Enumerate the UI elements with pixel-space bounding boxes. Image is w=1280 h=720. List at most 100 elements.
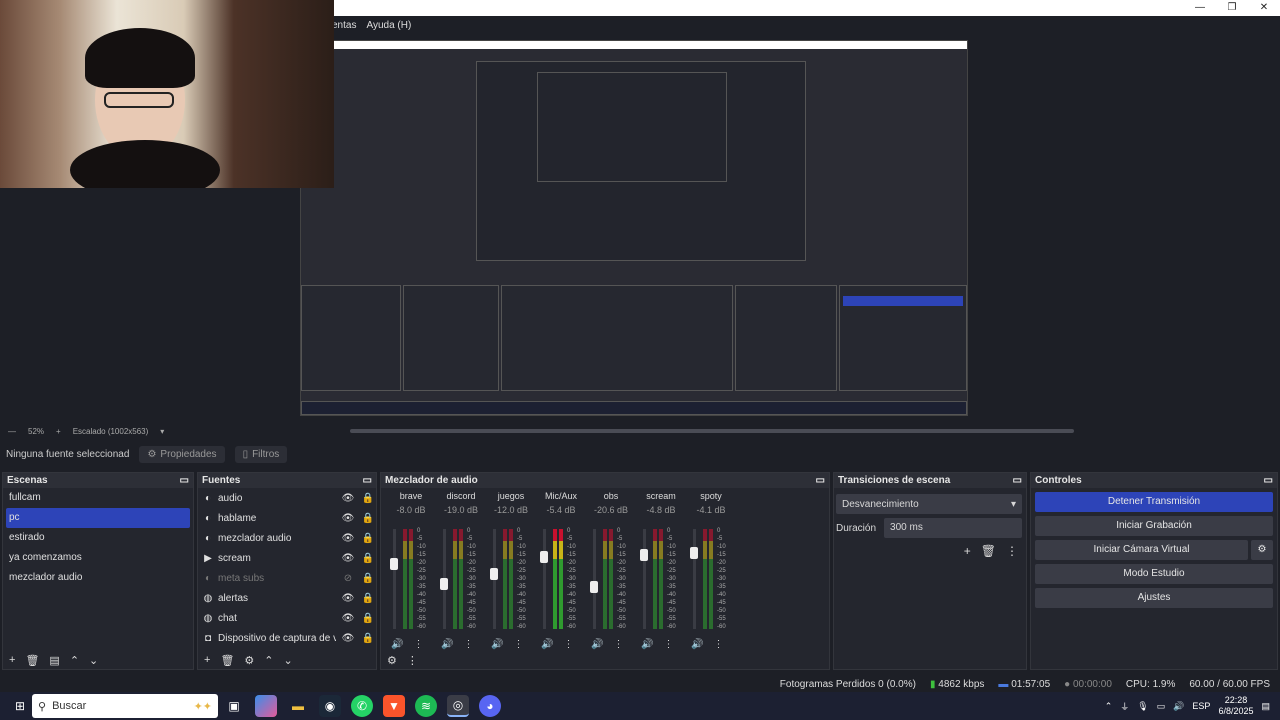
advanced-audio-button[interactable]: ⚙ [387, 654, 397, 667]
scene-item-ya-comenzamos[interactable]: ya comenzamos [3, 548, 193, 568]
file-explorer-icon[interactable]: ▬ [287, 695, 309, 717]
zoom-in-button[interactable]: + [56, 427, 61, 436]
whatsapp-icon[interactable]: ✆ [351, 695, 373, 717]
source-item[interactable]: ▶ scream 👁 🔒 [198, 548, 376, 568]
chevron-up-icon[interactable]: ⌃ [1105, 701, 1113, 712]
discord-icon[interactable]: ◕ [479, 695, 501, 717]
chevron-down-icon[interactable]: ▾ [160, 427, 164, 436]
volume-icon[interactable]: 🔊 [1173, 701, 1184, 712]
obs-icon[interactable]: ◎ [447, 695, 469, 717]
mute-icon[interactable]: 🔊 [391, 639, 403, 650]
mute-icon[interactable]: 🔊 [441, 639, 453, 650]
transition-select[interactable]: Desvanecimiento ▾ [836, 494, 1022, 514]
mute-icon[interactable]: 🔊 [591, 639, 603, 650]
task-view-icon[interactable]: ▣ [223, 695, 245, 717]
mute-icon[interactable]: 🔊 [691, 639, 703, 650]
mic-icon[interactable]: 🎙 [1137, 701, 1148, 712]
volume-fader[interactable] [640, 529, 648, 629]
lock-icon[interactable]: 🔒 [360, 573, 376, 584]
dock-float-icon[interactable]: ▭ [1013, 473, 1022, 488]
fader-knob[interactable] [490, 568, 498, 580]
more-options-icon[interactable]: ⋮ [563, 639, 573, 650]
source-item[interactable]: ◐ meta subs ⊘ 🔒 [198, 568, 376, 588]
taskbar-search[interactable]: ⚲ Buscar ✦✦ [32, 694, 218, 718]
remove-source-button[interactable]: 🗑 [220, 654, 234, 667]
eye-icon[interactable]: 👁 [340, 533, 356, 544]
eye-hidden-icon[interactable]: ⊘ [340, 573, 356, 584]
stop-streaming-button[interactable]: Detener Transmisión [1035, 492, 1273, 512]
spotify-icon[interactable]: ≋ [415, 695, 437, 717]
gear-icon[interactable]: ⚙ [1251, 540, 1273, 560]
clock[interactable]: 22:28 6/8/2025 [1218, 695, 1253, 717]
volume-fader[interactable] [490, 529, 498, 629]
more-options-icon[interactable]: ⋮ [713, 639, 723, 650]
volume-fader[interactable] [690, 529, 698, 629]
fader-knob[interactable] [640, 549, 648, 561]
menu-tools[interactable]: entas [332, 20, 356, 31]
properties-button[interactable]: ⚙ Propiedades [139, 445, 225, 463]
add-transition-button[interactable]: + [964, 544, 971, 558]
network-icon[interactable]: ▭ [1157, 701, 1166, 712]
source-item[interactable]: ◘ Dispositivo de captura de vi 👁 🔒 [198, 628, 376, 648]
eye-icon[interactable]: 👁 [340, 553, 356, 564]
steam-icon[interactable]: ◉ [319, 695, 341, 717]
fader-knob[interactable] [390, 558, 398, 570]
lock-icon[interactable]: 🔒 [360, 493, 376, 504]
source-item[interactable]: ◍ alertas 👁 🔒 [198, 588, 376, 608]
move-up-button[interactable]: ⌃ [264, 654, 273, 667]
remove-scene-button[interactable]: 🗑 [25, 654, 39, 667]
dock-float-icon[interactable]: ▭ [363, 473, 372, 488]
more-options-icon[interactable]: ⋮ [1006, 544, 1018, 558]
more-options-icon[interactable]: ⋮ [463, 639, 473, 650]
lock-icon[interactable]: 🔒 [360, 633, 376, 644]
zoom-out-button[interactable]: — [8, 427, 16, 436]
filters-button[interactable]: ▯ Filtros [234, 445, 288, 463]
add-scene-button[interactable]: + [9, 654, 15, 666]
volume-fader[interactable] [390, 529, 398, 629]
scene-item-estirado[interactable]: estirado [3, 528, 193, 548]
menu-help[interactable]: Ayuda (H) [366, 20, 411, 31]
scene-item-fullcam[interactable]: fullcam [3, 488, 193, 508]
more-options-icon[interactable]: ⋮ [513, 639, 523, 650]
source-item[interactable]: ◍ chat 👁 🔒 [198, 608, 376, 628]
volume-fader[interactable] [590, 529, 598, 629]
volume-fader[interactable] [440, 529, 448, 629]
volume-fader[interactable] [540, 529, 548, 629]
source-settings-button[interactable]: ⚙ [244, 654, 254, 667]
remove-transition-button[interactable]: 🗑 [981, 544, 996, 558]
lock-icon[interactable]: 🔒 [360, 553, 376, 564]
dock-float-icon[interactable]: ▭ [180, 473, 189, 488]
eye-icon[interactable]: 👁 [340, 493, 356, 504]
scene-item-mezclador-audio[interactable]: mezclador audio [3, 568, 193, 588]
mute-icon[interactable]: 🔊 [641, 639, 653, 650]
eye-icon[interactable]: 👁 [340, 613, 356, 624]
lock-icon[interactable]: 🔒 [360, 513, 376, 524]
mute-icon[interactable]: 🔊 [541, 639, 553, 650]
close-button[interactable]: ✕ [1248, 0, 1280, 16]
lock-icon[interactable]: 🔒 [360, 613, 376, 624]
fader-knob[interactable] [440, 578, 448, 590]
eye-icon[interactable]: 👁 [340, 513, 356, 524]
notifications-icon[interactable]: ▤ [1261, 701, 1270, 712]
lock-icon[interactable]: 🔒 [360, 533, 376, 544]
dock-float-icon[interactable]: ▭ [816, 473, 825, 488]
move-down-button[interactable]: ⌄ [284, 654, 293, 667]
scene-filters-button[interactable]: ▤ [49, 654, 59, 667]
more-options-icon[interactable]: ⋮ [413, 639, 423, 650]
more-options-icon[interactable]: ⋮ [613, 639, 623, 650]
copilot-icon[interactable] [255, 695, 277, 717]
eye-icon[interactable]: 👁 [340, 633, 356, 644]
preview-canvas[interactable] [300, 40, 968, 416]
duration-field[interactable]: 300 ms [884, 518, 1022, 538]
move-up-button[interactable]: ⌃ [70, 654, 79, 667]
maximize-button[interactable]: ❐ [1216, 0, 1248, 16]
fader-knob[interactable] [690, 547, 698, 559]
fader-knob[interactable] [590, 581, 598, 593]
settings-button[interactable]: Ajustes [1035, 588, 1273, 608]
move-down-button[interactable]: ⌄ [89, 654, 98, 667]
eye-icon[interactable]: 👁 [340, 593, 356, 604]
fader-knob[interactable] [540, 551, 548, 563]
brave-icon[interactable]: ▼ [383, 695, 405, 717]
windows-start-icon[interactable]: ⊞ [9, 695, 31, 717]
source-item[interactable]: ◐ audio 👁 🔒 [198, 488, 376, 508]
